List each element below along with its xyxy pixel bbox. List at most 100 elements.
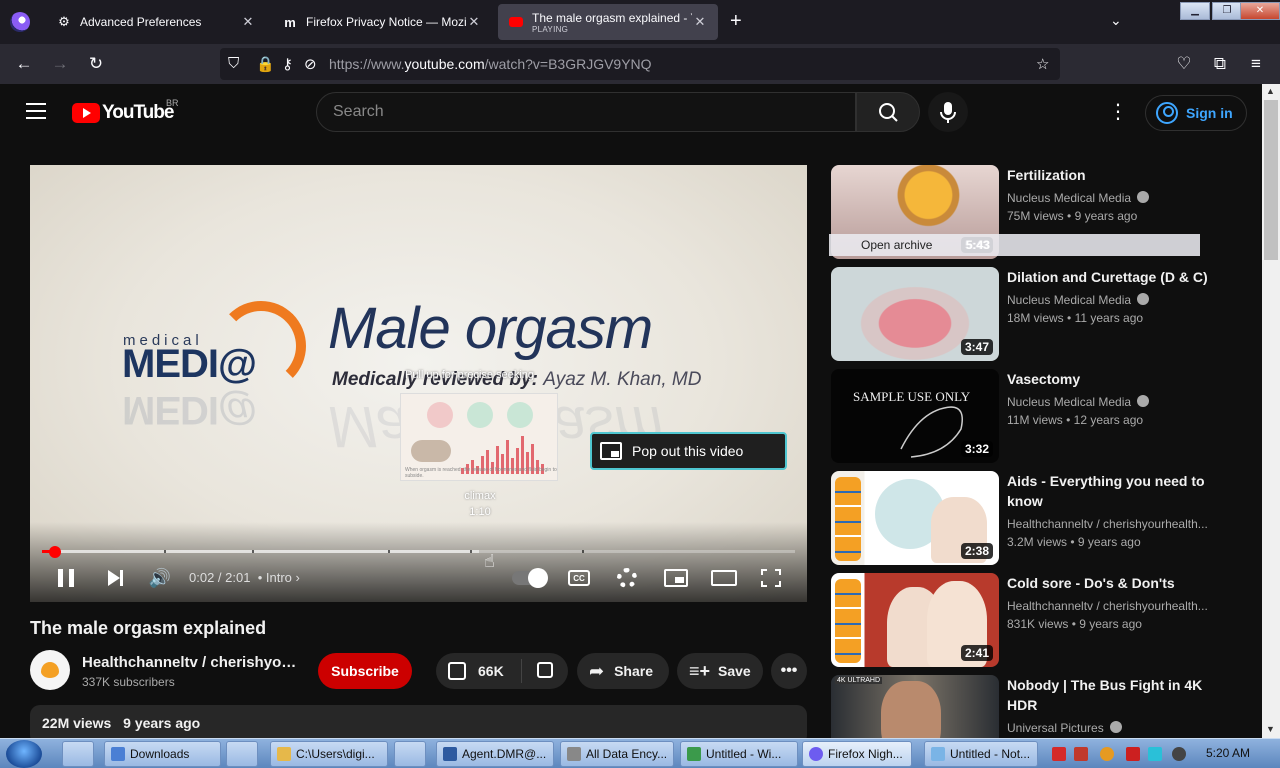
recommendation-channel[interactable]: Universal Pictures <box>1007 721 1211 735</box>
recommendation-title[interactable]: Vasectomy <box>1007 369 1217 389</box>
recommendation-item[interactable]: 4K ULTRAHD Nobody | The Bus Fight in 4K H… <box>831 675 1211 738</box>
tab-youtube-video[interactable]: The male orgasm explained - YouTube PLAY… <box>498 4 718 40</box>
recommendation-thumbnail[interactable]: SAMPLE USE ONLY 3:32 <box>831 369 999 463</box>
tray-search-icon[interactable] <box>1100 747 1114 761</box>
settings-more-icon[interactable]: ⋮ <box>1108 100 1128 124</box>
recommendation-title[interactable]: Aids - Everything you need to know <box>1007 471 1217 511</box>
subtitles-button[interactable]: CC <box>567 566 591 590</box>
minimize-window-button[interactable]: ▁ <box>1180 2 1210 20</box>
scroll-down-arrow-icon[interactable]: ▼ <box>1266 724 1275 734</box>
next-video-button[interactable] <box>102 566 126 590</box>
recommendation-channel[interactable]: Healthchanneltv / cherishyourhealth... <box>1007 517 1212 531</box>
tray-flag-icon[interactable] <box>1126 747 1140 761</box>
recommendation-thumbnail[interactable]: 2:41 <box>831 573 999 667</box>
forward-arrow-icon[interactable]: → <box>50 54 70 74</box>
taskbar-item-downloads[interactable]: Downloads <box>104 741 221 767</box>
recommendation-item[interactable]: 2:38 Aids - Everything you need to know H… <box>831 471 1211 567</box>
progress-scrubber-handle[interactable] <box>48 546 61 558</box>
dislike-button[interactable] <box>522 661 568 681</box>
recommendation-thumbnail[interactable]: 3:47 <box>831 267 999 361</box>
recommendation-thumbnail[interactable]: 4K ULTRAHD <box>831 675 999 738</box>
app-icon[interactable] <box>394 741 426 767</box>
recommendation-channel[interactable]: Healthchanneltv / cherishyourhealth... <box>1007 599 1212 613</box>
recommendation-title[interactable]: Cold sore - Do's & Don'ts <box>1007 573 1217 593</box>
permissions-icon[interactable]: ⚷ <box>282 55 293 73</box>
fullscreen-button[interactable] <box>759 566 783 590</box>
recommendation-title[interactable]: Fertilization <box>1007 165 1217 185</box>
taskbar-clock[interactable]: 5:20 AM <box>1206 746 1250 760</box>
time-display[interactable]: 0:02 / 2:01 • Intro › <box>189 570 300 585</box>
more-actions-button[interactable]: ••• <box>771 653 807 689</box>
progress-bar[interactable] <box>42 550 795 553</box>
taskbar-item-wordpad[interactable]: Untitled - Wi... <box>680 741 798 767</box>
tray-antivirus-icon[interactable] <box>1074 747 1088 761</box>
like-button[interactable]: 66K <box>436 659 522 683</box>
taskbar-item-notepad[interactable]: Untitled - Not... <box>924 741 1038 767</box>
taskbar-item-encyclopedia[interactable]: All Data Ency... <box>560 741 674 767</box>
guide-menu-icon[interactable] <box>26 103 46 119</box>
search-button[interactable] <box>856 92 920 132</box>
subscribe-button[interactable]: Subscribe <box>318 653 412 689</box>
youtube-logo[interactable]: YouTube <box>72 102 174 124</box>
channel-avatar[interactable] <box>30 650 70 690</box>
tab-advanced-preferences[interactable]: ⚙ Advanced Preferences ✕ <box>46 4 266 40</box>
video-player[interactable]: medical MEDI@ MEDI@ Male orgasm Male org… <box>30 165 807 602</box>
firefox-menu-icon[interactable] <box>10 12 30 32</box>
close-tab-icon[interactable]: ✕ <box>466 14 482 30</box>
restore-window-button[interactable]: ❐ <box>1212 2 1242 20</box>
list-all-tabs-chevron-icon[interactable]: ⌄ <box>1110 12 1122 29</box>
reload-icon[interactable]: ↻ <box>86 54 106 74</box>
pocket-icon[interactable]: ♡ <box>1174 54 1194 74</box>
internet-explorer-icon[interactable] <box>62 741 94 767</box>
start-button[interactable] <box>6 740 42 768</box>
tray-app-icon[interactable] <box>1052 747 1066 761</box>
mute-button[interactable]: 🔊 <box>148 566 172 590</box>
scroll-up-arrow-icon[interactable]: ▲ <box>1266 86 1275 96</box>
recommendation-item[interactable]: 2:41 Cold sore - Do's & Don'ts Healthcha… <box>831 573 1211 669</box>
tray-network-icon[interactable] <box>1148 747 1162 761</box>
media-player-icon[interactable] <box>226 741 258 767</box>
taskbar-item-explorer[interactable]: C:\Users\digi... <box>270 741 388 767</box>
scrollbar-thumb[interactable] <box>1264 100 1278 260</box>
recommendation-item[interactable]: 3:47 Dilation and Curettage (D & C) Nucl… <box>831 267 1211 363</box>
miniplayer-button[interactable] <box>662 566 690 590</box>
taskbar-item-agent[interactable]: Agent.DMR@... <box>436 741 554 767</box>
theater-mode-button[interactable] <box>709 566 739 590</box>
tray-volume-icon[interactable] <box>1172 747 1186 761</box>
page-scrollbar[interactable]: ▲ ▼ <box>1262 84 1280 738</box>
recommendation-channel[interactable]: Nucleus Medical Media <box>1007 191 1212 205</box>
recommendation-channel[interactable]: Nucleus Medical Media <box>1007 395 1212 409</box>
save-button[interactable]: ≡+ Save <box>677 653 763 689</box>
sign-in-button[interactable]: Sign in <box>1145 95 1247 131</box>
recommendation-thumbnail[interactable]: 2:38 <box>831 471 999 565</box>
extensions-puzzle-icon[interactable]: ⧉ <box>1210 54 1230 74</box>
app-menu-icon[interactable]: ≡ <box>1246 54 1266 74</box>
channel-name[interactable]: Healthchanneltv / cherishyourhealth <box>82 654 302 671</box>
url-bar[interactable]: ⛉ 🔒 ⚷ ⊘ https://www.youtube.com/watch?v=… <box>220 48 1060 80</box>
close-tab-icon[interactable]: ✕ <box>692 14 708 30</box>
close-window-button[interactable]: ✕ <box>1240 2 1280 20</box>
recommendation-channel[interactable]: Nucleus Medical Media <box>1007 293 1212 307</box>
taskbar-item-firefox[interactable]: Firefox Nigh... <box>802 741 912 767</box>
lock-icon[interactable]: 🔒 <box>256 55 275 73</box>
share-button[interactable]: ➦ Share <box>577 653 669 689</box>
settings-button[interactable] <box>615 566 639 590</box>
recommendation-item[interactable]: SAMPLE USE ONLY 3:32 Vasectomy Nucleus M… <box>831 369 1211 465</box>
pause-button[interactable] <box>54 566 78 590</box>
tracking-shield-icon[interactable]: ⛉ <box>228 55 239 72</box>
autoplay-blocked-icon[interactable]: ⊘ <box>304 55 317 73</box>
search-box[interactable] <box>316 92 856 132</box>
pop-out-video-button[interactable]: Pop out this video <box>590 432 787 470</box>
back-arrow-icon[interactable]: ← <box>14 54 34 74</box>
close-tab-icon[interactable]: ✕ <box>240 14 256 30</box>
bookmark-star-icon[interactable]: ☆ <box>1036 55 1049 73</box>
recommendation-title[interactable]: Dilation and Curettage (D & C) <box>1007 267 1217 287</box>
tab-firefox-privacy-notice[interactable]: m Firefox Privacy Notice — Mozilla ✕ <box>272 4 492 40</box>
new-tab-button[interactable]: + <box>730 10 742 33</box>
open-archive-tooltip[interactable]: Open archive 5:43 <box>829 234 1200 256</box>
url-text[interactable]: https://www.youtube.com/watch?v=B3GRJGV9… <box>329 56 652 72</box>
autoplay-toggle[interactable] <box>512 568 548 588</box>
search-input[interactable] <box>317 93 855 131</box>
recommendation-title[interactable]: Nobody | The Bus Fight in 4K HDR <box>1007 675 1211 715</box>
voice-search-button[interactable] <box>928 92 968 132</box>
